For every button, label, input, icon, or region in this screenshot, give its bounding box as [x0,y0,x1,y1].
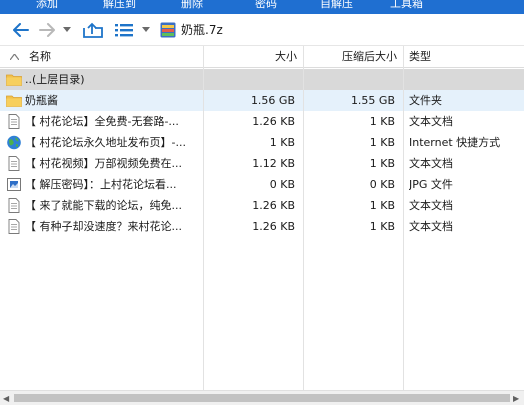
text-file-icon [6,156,22,171]
file-name: 【 村花视频】万部视频免费在... [25,157,182,170]
horizontal-scrollbar[interactable]: ◀ ▶ [0,390,524,405]
up-level-button[interactable] [82,20,104,40]
file-packed-size: 1 KB [369,220,395,233]
file-type: 文本文档 [409,199,453,212]
column-divider[interactable] [303,46,304,390]
arrow-right-icon [39,23,55,37]
file-size: 1.12 KB [252,157,295,170]
ribbon-extract-to-button[interactable]: 解压到 [103,0,136,11]
file-row[interactable]: 【 有种子却没速度？来村花论... 1.26 KB 1 KB 文本文档 [0,216,524,237]
column-divider[interactable] [203,46,204,390]
column-divider[interactable] [403,46,404,390]
file-size: 1.26 KB [252,199,295,212]
file-size: 1.26 KB [252,115,295,128]
text-file-icon [6,198,22,213]
file-packed-size: 1 KB [369,199,395,212]
file-type: 文本文档 [409,157,453,170]
scroll-right-icon[interactable]: ▶ [513,394,519,403]
scrollbar-thumb[interactable] [14,394,510,402]
history-dropdown-button[interactable] [62,20,72,40]
file-size: 0 KB [269,178,295,191]
ribbon-self-extract-button[interactable]: 自解压 [320,0,353,11]
file-packed-size: 1 KB [369,157,395,170]
navigation-toolbar: 奶瓶.7z [0,14,524,46]
folder-icon [6,93,22,108]
ribbon-toolbox-button[interactable]: 工具箱 [390,0,423,11]
file-size: 1.26 KB [252,220,295,233]
scroll-left-icon[interactable]: ◀ [3,394,9,403]
column-packed-size-header[interactable]: 压缩后大小 [305,46,397,68]
file-size: 1.56 GB [250,94,295,107]
file-type: Internet 快捷方式 [409,136,501,149]
file-name: 奶瓶酱 [25,94,58,107]
text-file-icon [6,114,22,129]
file-name: 【 有种子却没速度？来村花论... [25,220,182,233]
column-name-header[interactable]: 名称 [29,46,51,68]
file-type: 文本文档 [409,220,453,233]
chevron-down-icon [142,27,150,32]
view-mode-button[interactable] [113,20,135,40]
file-packed-size: 0 KB [369,178,395,191]
internet-shortcut-icon [6,135,22,150]
archive-icon [159,20,177,40]
file-name: ..(上层目录) [25,73,85,86]
file-type: 文本文档 [409,115,453,128]
file-type: JPG 文件 [409,178,453,191]
folder-up-icon [83,22,103,38]
parent-directory-row[interactable]: ..(上层目录) [0,69,524,90]
sort-ascending-icon [9,46,24,68]
archive-path[interactable]: 奶瓶.7z [181,21,223,39]
folder-icon [6,72,22,87]
ribbon-password-button[interactable]: 密码 [255,0,277,11]
file-row[interactable]: 【 村花论坛】全免费-无套路-... 1.26 KB 1 KB 文本文档 [0,111,524,132]
file-row[interactable]: 【 来了就能下载的论坛，纯免... 1.26 KB 1 KB 文本文档 [0,195,524,216]
file-row[interactable]: 【 村花视频】万部视频免费在... 1.12 KB 1 KB 文本文档 [0,153,524,174]
file-row[interactable]: 【 解压密码】：上村花论坛看... 0 KB 0 KB JPG 文件 [0,174,524,195]
file-name: 【 村花论坛】全免费-无套路-... [25,115,179,128]
text-file-icon [6,219,22,234]
ribbon-delete-button[interactable]: 删除 [181,0,203,11]
column-type-header[interactable]: 类型 [409,46,431,68]
file-name: 【 村花论坛永久地址发布页】-... [25,136,186,149]
file-size: 1 KB [269,136,295,149]
back-button[interactable] [10,20,32,40]
file-name: 【 来了就能下载的论坛，纯免... [25,199,182,212]
arrow-left-icon [13,23,29,37]
file-size [205,69,295,90]
file-packed-size: 1.55 GB [350,94,395,107]
file-packed-size: 1 KB [369,136,395,149]
file-row[interactable]: 【 村花论坛永久地址发布页】-... 1 KB 1 KB Internet 快捷方式 [0,132,524,153]
chevron-down-icon [63,27,71,32]
file-row[interactable]: 奶瓶酱 1.56 GB 1.55 GB 文件夹 [0,90,524,111]
file-packed-size [305,69,395,90]
file-packed-size: 1 KB [369,115,395,128]
forward-button[interactable] [36,20,58,40]
column-size-header[interactable]: 大小 [205,46,297,68]
ribbon-add-button[interactable]: 添加 [36,0,58,11]
view-mode-dropdown-button[interactable] [141,20,151,40]
file-type [409,69,522,90]
file-name: 【 解压密码】：上村花论坛看... [25,178,177,191]
image-file-icon [6,177,22,192]
file-list-header: 名称 大小 压缩后大小 类型 [0,46,524,68]
list-view-icon [115,24,133,37]
file-type: 文件夹 [409,94,442,107]
top-ribbon: 添加 解压到 删除 密码 自解压 工具箱 [0,0,524,14]
